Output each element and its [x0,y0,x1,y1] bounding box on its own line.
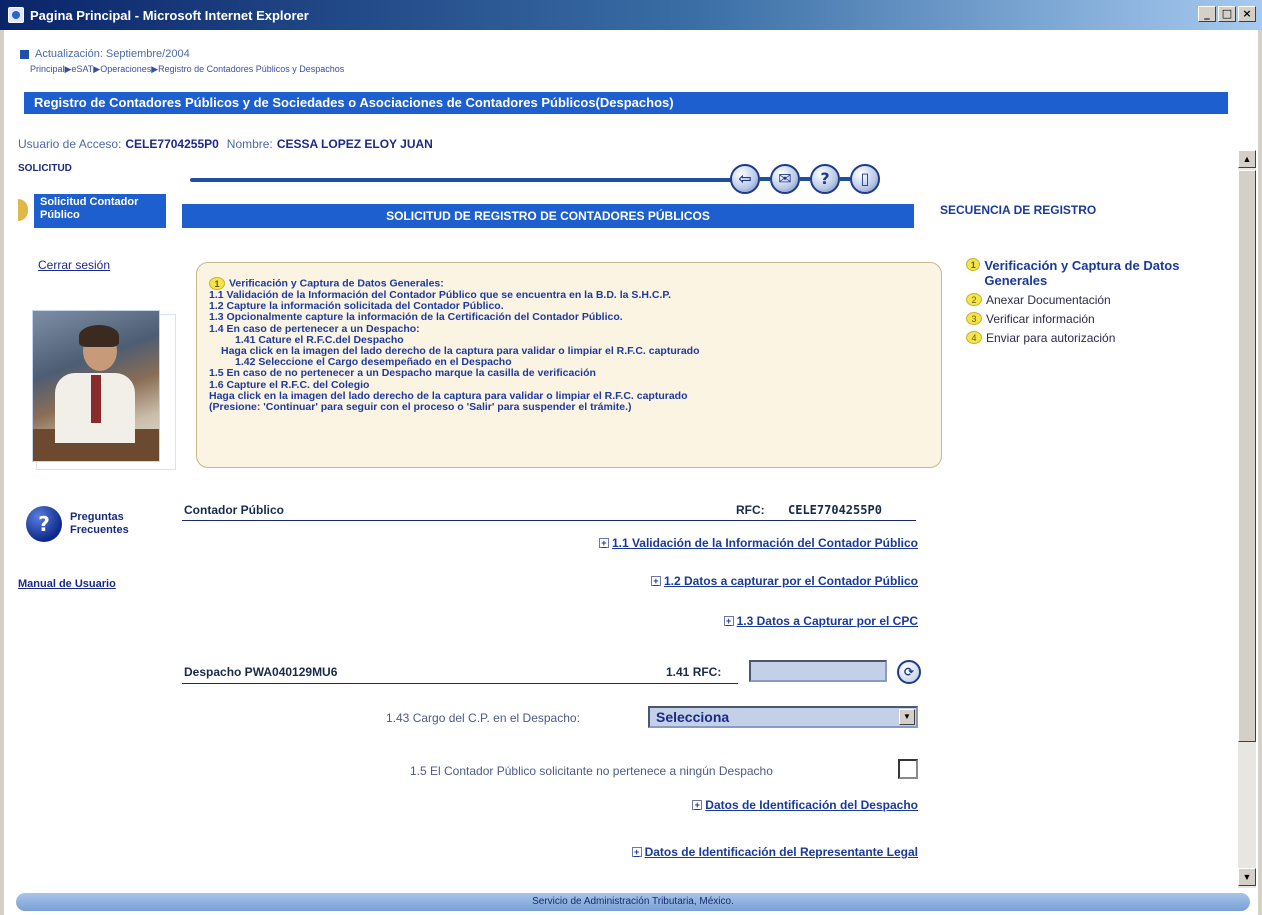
step-badge: 1 [966,258,981,271]
divider [182,520,916,521]
rfc-value: CELE7704255P0 [788,503,882,517]
sequence-item: 4 Enviar para autorización [966,331,1216,345]
access-label: Usuario de Acceso: [18,137,122,151]
validation-link-label[interactable]: 1.1 Validación de la Información del Con… [612,536,918,550]
expand-icon[interactable]: + [723,616,734,626]
update-text: Actualización: Septiembre/2004 [35,48,190,60]
bullet-icon [20,49,29,59]
photo-tie [91,375,101,423]
toolbar-separator [840,177,850,181]
scroll-up-icon[interactable]: ▲ [1238,150,1256,168]
no-despacho-checkbox[interactable] [898,759,918,779]
scroll-down-icon[interactable]: ▼ [1238,868,1256,886]
sequence-label: Anexar Documentación [986,293,1111,307]
capture-cp-link-label[interactable]: 1.2 Datos a capturar por el Contador Púb… [664,574,918,588]
rfc141-label: 1.41 RFC: [666,665,722,679]
cargo-selected[interactable]: Selecciona [656,709,729,725]
despacho-id-link[interactable]: + Datos de Identificación del Despacho [692,798,918,812]
no-despacho-label: 1.5 El Contador Público solicitante no p… [410,764,773,778]
contador-label: Contador Público [184,503,284,517]
expand-icon[interactable]: + [650,576,661,586]
instruction-line: 1.5 En caso de no pertenecer a un Despac… [209,367,596,380]
capture-cpc-link-label[interactable]: 1.3 Datos a Capturar por el CPC [737,614,918,628]
faq-link[interactable]: ? Preguntas Frecuentes [26,506,140,542]
accountant-photo [32,310,160,462]
link-row: +1.2 Datos a capturar por el Contador Pú… [182,574,918,592]
instructions-title-text: Verificación y Captura de Datos Generale… [229,277,444,290]
section-title: SOLICITUD DE REGISTRO DE CONTADORES PÚBL… [182,204,914,228]
divider [182,683,738,684]
instruction-line: 1.3 Opcionalmente capture la información… [209,311,623,324]
page-banner: Registro de Contadores Públicos y de Soc… [24,92,1228,114]
scroll-thumb[interactable] [1238,170,1256,742]
despacho-id-link-label[interactable]: Datos de Identificación del Despacho [705,798,918,812]
instruction-line: (Presione: 'Continuar' para seguir con e… [209,401,632,414]
instructions-box: 1 Verificación y Captura de Datos General… [196,262,942,468]
dropdown-arrow-icon[interactable]: ▼ [899,709,915,725]
back-icon[interactable]: ⇦ [730,164,760,194]
capture-cpc-link[interactable]: +1.3 Datos a Capturar por el CPC [723,614,918,628]
close-button[interactable]: × [1238,6,1256,22]
sequence-label: Enviar para autorización [986,331,1116,345]
toolbar-line [190,178,750,182]
expand-icon[interactable]: + [692,800,703,810]
faq-label[interactable]: Preguntas Frecuentes [70,511,140,537]
toolbar-separator [800,177,810,181]
expand-icon[interactable]: + [598,538,609,548]
access-value: CELE7704255P0 [125,137,219,151]
sequence-item: 3 Verificar información [966,312,1216,326]
link-row: + Datos de Identificación del Representan… [182,845,918,863]
logout-link[interactable]: Cerrar sesión [38,258,110,272]
sequence-title: SECUENCIA DE REGISTRO [940,203,1097,217]
representante-link[interactable]: + Datos de Identificación del Representan… [631,845,918,859]
window-title-bar[interactable]: Pagina Principal - Microsoft Internet Ex… [0,0,1262,30]
step-badge: 4 [966,331,982,344]
question-icon[interactable]: ? [26,506,62,542]
link-row: +1.1 Validación de la Información del Co… [182,536,918,554]
rfc-label: RFC: [736,503,765,517]
link-row: + Datos de Identificación del Despacho [182,798,918,816]
update-info: Actualización: Septiembre/2004 [20,48,190,60]
vertical-scrollbar[interactable]: ▲ ▼ [1238,150,1256,888]
rfc141-input[interactable] [749,660,887,682]
window-title: Pagina Principal - Microsoft Internet Ex… [30,7,309,23]
ie-icon [8,7,24,23]
photo-hair [79,325,119,347]
expand-icon[interactable]: + [631,847,642,857]
name-value: CESSA LOPEZ ELOY JUAN [276,137,433,151]
mail-icon[interactable]: ✉ [770,164,800,194]
breadcrumb[interactable]: Principal▶eSAT▶Operaciones▶Registro de C… [30,64,344,75]
footer: Servicio de Administración Tributaria, M… [16,893,1250,911]
sequence-list: 1 Verificación y Captura de Datos General… [966,258,1216,350]
window-controls: _ □ × [1198,6,1256,22]
step-badge: 2 [966,293,982,306]
cargo-label: 1.43 Cargo del C.P. en el Despacho: [386,711,580,725]
sidebar-item-solicitud[interactable]: Solicitud Contador Público [34,194,166,228]
sequence-label: Verificación y Captura de Datos Generale… [984,258,1180,288]
sequence-label: Verificar información [986,312,1095,326]
user-info: Usuario de Acceso: CELE7704255P0 Nombre: CE… [18,137,441,151]
help-icon[interactable]: ? [810,164,840,194]
capture-cp-link[interactable]: +1.2 Datos a capturar por el Contador Pú… [650,574,918,588]
validation-link[interactable]: +1.1 Validación de la Información del Co… [598,536,918,550]
validate-rfc-icon[interactable]: ⟳ [897,660,921,684]
despacho-label: Despacho PWA040129MU6 [184,665,338,679]
window-frame [0,30,1262,915]
toolbar-separator [760,177,770,181]
maximize-button[interactable]: □ [1218,6,1236,22]
toolbar: ⇦ ✉ ? ▯ [730,164,880,194]
exit-icon[interactable]: ▯ [850,164,880,194]
name-label: Nombre: [226,137,273,151]
sequence-item: 1 Verificación y Captura de Datos General… [966,258,1216,288]
representante-link-label[interactable]: Datos de Identificación del Representant… [645,845,918,859]
sequence-item: 2 Anexar Documentación [966,293,1216,307]
step-badge: 3 [966,312,982,325]
minimize-button[interactable]: _ [1198,6,1216,22]
cargo-select[interactable]: Selecciona ▼ [648,706,918,728]
manual-link[interactable]: Manual de Usuario [18,578,116,590]
sidebar-section-title: SOLICITUD [18,163,72,174]
link-row: +1.3 Datos a Capturar por el CPC [182,614,918,632]
